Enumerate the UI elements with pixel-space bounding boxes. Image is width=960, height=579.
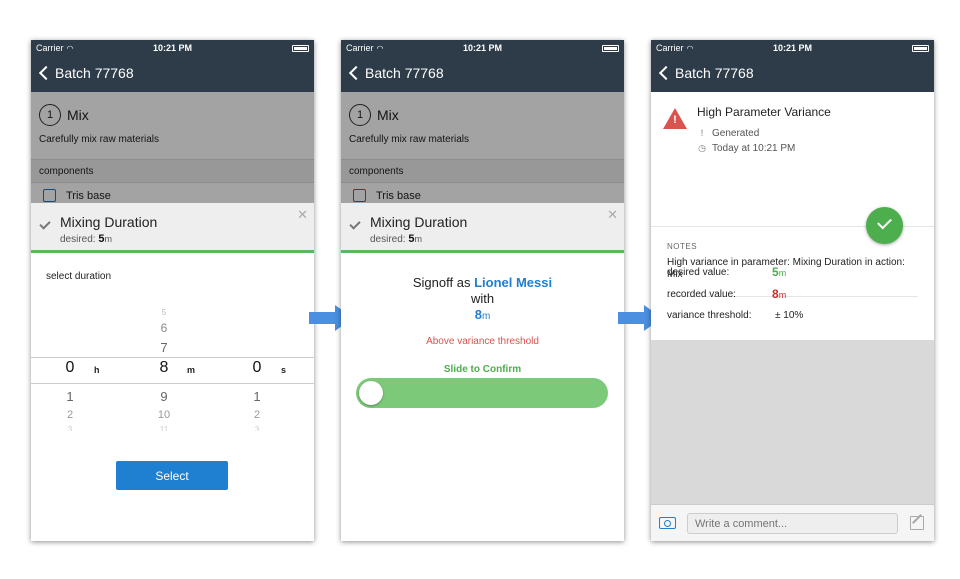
battery-icon xyxy=(602,45,619,52)
desired-value: desired: 5m xyxy=(60,233,112,245)
recorded-value-row: recorded value: 8m xyxy=(667,287,787,301)
seconds-selected: 0 xyxy=(252,359,262,376)
slider-knob[interactable] xyxy=(359,381,383,405)
signoff-summary: Signoff as Lionel Messi with 8m xyxy=(341,275,624,325)
clock: 10:21 PM xyxy=(772,43,813,53)
comment-input[interactable] xyxy=(687,513,898,534)
signoff-with: with xyxy=(470,291,495,306)
picker-option: 10 xyxy=(157,409,171,421)
duration-picker[interactable]: 0 1 2 3 h 5 6 7 8 9 10 11 m 0 1 2 3 s xyxy=(31,303,314,438)
card-title: Mixing Duration xyxy=(60,214,158,230)
back-label: Batch 77768 xyxy=(675,65,754,81)
minutes-selected: 8 xyxy=(159,359,169,376)
modal-overlay xyxy=(31,92,314,203)
empty-area xyxy=(651,340,934,504)
alert-card: ! High Parameter Variance ! Generated ◷ To… xyxy=(651,92,934,340)
nav-bar: Batch 77768 xyxy=(651,57,934,92)
signoff-prefix: Signoff as xyxy=(412,275,471,290)
picker-option: 11 xyxy=(159,425,169,431)
chevron-left-icon xyxy=(658,65,674,81)
picker-option: 5 xyxy=(161,308,167,315)
status-bar: Carrier ◠ 10:21 PM xyxy=(341,40,624,57)
select-button[interactable]: Select xyxy=(116,461,228,490)
recorded-value: 8m xyxy=(474,307,491,322)
card-header: Mixing Duration desired: 5m ✕ xyxy=(31,203,314,253)
slide-to-confirm[interactable] xyxy=(356,378,608,408)
resolve-check-button[interactable] xyxy=(866,207,903,244)
picker-option: 7 xyxy=(160,340,168,355)
exclamation-icon: ! xyxy=(700,128,704,138)
desired-value-row: desired value: 5m xyxy=(667,265,787,279)
back-label: Batch 77768 xyxy=(365,65,444,81)
signoff-screen: Carrier ◠ 10:21 PM Batch 77768 1 Mix Care… xyxy=(341,40,624,541)
minutes-unit: m xyxy=(187,365,196,375)
nav-bar: Batch 77768 xyxy=(31,57,314,92)
picker-selection-bottom xyxy=(31,383,314,384)
picker-option: 3 xyxy=(67,425,73,431)
clock: 10:21 PM xyxy=(462,43,503,53)
picker-prompt: select duration xyxy=(46,271,112,282)
back-button[interactable]: Batch 77768 xyxy=(658,65,754,81)
chevron-left-icon xyxy=(38,65,54,81)
card-header: Mixing Duration desired: 5m ✕ xyxy=(341,203,624,253)
picker-option: 9 xyxy=(160,389,168,404)
status-bar: Carrier ◠ 10:21 PM xyxy=(31,40,314,57)
battery-icon xyxy=(292,45,309,52)
status-bar: Carrier ◠ 10:21 PM xyxy=(651,40,934,57)
hours-unit: h xyxy=(94,365,100,375)
battery-icon xyxy=(912,45,929,52)
picker-option: 1 xyxy=(253,389,261,404)
card-title: Mixing Duration xyxy=(370,214,468,230)
clock-icon: ◷ xyxy=(698,143,706,153)
variance-alert-screen: Carrier ◠ 10:21 PM Batch 77768 ! High Par… xyxy=(651,40,934,541)
picker-option: 2 xyxy=(253,409,261,421)
slide-label: Slide to Confirm xyxy=(443,364,522,375)
close-icon[interactable]: ✕ xyxy=(607,207,618,223)
clock: 10:21 PM xyxy=(152,43,193,53)
nav-bar: Batch 77768 xyxy=(341,57,624,92)
camera-icon[interactable] xyxy=(659,517,676,529)
picker-option: 1 xyxy=(66,389,74,404)
picker-option: 3 xyxy=(254,425,260,431)
comment-bar xyxy=(651,504,934,541)
seconds-unit: s xyxy=(281,365,287,375)
alert-generated: ! Generated xyxy=(697,128,760,139)
checkmark-icon xyxy=(39,218,51,230)
back-button[interactable]: Batch 77768 xyxy=(38,65,134,81)
compose-icon[interactable] xyxy=(910,516,924,530)
duration-picker-screen: Carrier ◠ 10:21 PM Batch 77768 1 Mix Care… xyxy=(31,40,314,541)
picker-option: 6 xyxy=(160,321,168,335)
checkmark-icon xyxy=(349,218,361,230)
modal-overlay xyxy=(341,92,624,203)
back-button[interactable]: Batch 77768 xyxy=(348,65,444,81)
back-label: Batch 77768 xyxy=(55,65,134,81)
variance-threshold-row: variance threshold: ± 10% xyxy=(667,310,804,321)
alert-timestamp: ◷ Today at 10:21 PM xyxy=(698,143,796,154)
hours-selected: 0 xyxy=(65,359,75,376)
variance-warning: Above variance threshold xyxy=(426,336,539,347)
notes-label: NOTES xyxy=(667,242,698,251)
alert-title: High Parameter Variance xyxy=(697,105,831,119)
mixing-duration-card: Mixing Duration desired: 5m ✕ Signoff as… xyxy=(341,203,624,541)
close-icon[interactable]: ✕ xyxy=(297,207,308,223)
desired-value: desired: 5m xyxy=(370,233,422,245)
picker-option: 2 xyxy=(66,409,74,421)
picker-selection-top xyxy=(31,357,314,358)
chevron-left-icon xyxy=(348,65,364,81)
mixing-duration-card: Mixing Duration desired: 5m ✕ select dur… xyxy=(31,203,314,541)
signoff-user: Lionel Messi xyxy=(474,275,553,290)
